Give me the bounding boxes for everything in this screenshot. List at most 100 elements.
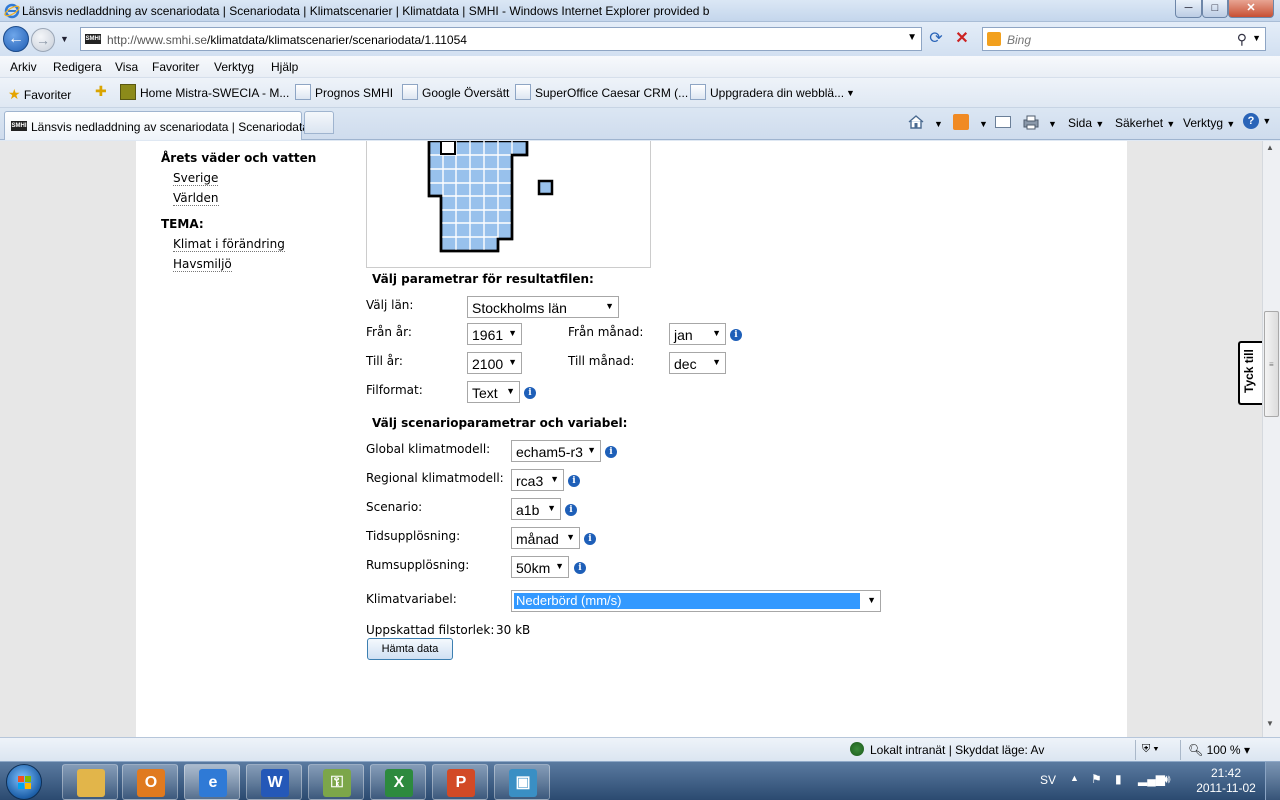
safety-menu[interactable]: Säkerhet ▼ (1115, 116, 1175, 130)
taskbar-word[interactable]: W (246, 764, 302, 800)
scrollbar-thumb[interactable]: ≡ (1264, 311, 1279, 417)
battery-icon[interactable]: ▮ (1115, 772, 1122, 786)
taskbar-powerpoint[interactable]: P (432, 764, 488, 800)
show-hidden-icons-icon[interactable]: ▲ (1070, 773, 1079, 783)
favorite-link-superoffice[interactable]: SuperOffice Caesar CRM (... (535, 86, 688, 100)
fetch-data-button[interactable]: Hämta data (367, 638, 453, 660)
feed-dropdown-icon[interactable]: ▼ (979, 119, 988, 129)
address-url[interactable]: http://www.smhi.se/klimatdata/klimatscen… (107, 33, 467, 47)
rss-feed-icon[interactable] (953, 114, 969, 130)
address-dropdown-icon[interactable]: ▼ (907, 32, 917, 43)
network-icon[interactable]: ▂▄▆ (1138, 772, 1165, 786)
from-year-select[interactable]: 1961 ▼ (467, 323, 522, 345)
taskbar-remote-desktop[interactable]: ▣ (494, 764, 550, 800)
menu-tools[interactable]: Verktyg (214, 60, 254, 74)
info-icon[interactable]: i (565, 504, 577, 516)
protected-mode-icon[interactable]: ⛨ ▾ (1142, 743, 1159, 756)
read-mail-icon[interactable] (995, 116, 1011, 128)
info-icon[interactable]: i (568, 475, 580, 487)
help-menu[interactable]: ? ▼ (1243, 113, 1271, 129)
address-bar[interactable]: SMHI http://www.smhi.se/klimatdata/klima… (80, 27, 922, 51)
climate-variable-select[interactable]: Nederbörd (mm/s) ▼ (511, 590, 881, 612)
nav-link-climate-change[interactable]: Klimat i förändring (173, 237, 285, 252)
stop-icon[interactable]: ✕ (952, 29, 972, 49)
file-format-select[interactable]: Text ▼ (467, 381, 520, 403)
favorite-link-google-translate[interactable]: Google Översätt (422, 86, 509, 100)
menu-favorites[interactable]: Favoriter (152, 60, 199, 74)
time-resolution-label: Tidsupplösning: (366, 529, 461, 543)
scenario-select[interactable]: a1b ▼ (511, 498, 561, 520)
taskbar-security-app[interactable]: ⚿ (308, 764, 364, 800)
favorites-overflow-dropdown-icon[interactable]: ▼ (846, 88, 855, 98)
taskbar-explorer[interactable] (62, 764, 118, 800)
language-indicator[interactable]: SV (1040, 773, 1056, 787)
scroll-down-icon[interactable]: ▼ (1266, 719, 1274, 728)
global-model-select[interactable]: echam5-r3 ▼ (511, 440, 601, 462)
page-menu[interactable]: Sida ▼ (1068, 116, 1104, 130)
file-format-label: Filformat: (366, 383, 423, 397)
chevron-down-icon: ▼ (555, 561, 564, 571)
taskbar-internet-explorer[interactable]: e (184, 764, 240, 800)
volume-icon[interactable]: 🔊︎ (1163, 772, 1171, 787)
print-icon[interactable] (1022, 114, 1040, 130)
zoom-level[interactable]: 🔍︎ 100 % ▾ (1188, 743, 1250, 757)
search-placeholder[interactable]: Bing (1007, 33, 1031, 47)
menu-help[interactable]: Hjälp (271, 60, 298, 74)
print-dropdown-icon[interactable]: ▼ (1048, 119, 1057, 129)
new-tab-button[interactable] (304, 111, 334, 134)
favorite-link-prognos[interactable]: Prognos SMHI (315, 86, 393, 100)
info-icon[interactable]: i (524, 387, 536, 399)
home-dropdown-icon[interactable]: ▼ (934, 119, 943, 129)
to-month-select[interactable]: dec ▼ (669, 352, 726, 374)
menu-file[interactable]: Arkiv (10, 60, 37, 74)
excel-icon: X (385, 769, 413, 797)
space-resolution-select[interactable]: 50km ▼ (511, 556, 569, 578)
back-button[interactable]: ← (3, 26, 29, 52)
nav-link-marine-environment[interactable]: Havsmiljö (173, 257, 232, 272)
menu-edit[interactable]: Redigera (53, 60, 102, 74)
to-year-select[interactable]: 2100 ▼ (467, 352, 522, 374)
tab-active[interactable]: SMHI Länsvis nedladdning av scenariodata… (4, 111, 319, 140)
show-desktop-button[interactable] (1265, 762, 1280, 800)
county-grid-map[interactable] (366, 141, 651, 268)
chevron-down-icon: ▼ (508, 357, 517, 367)
start-button[interactable] (6, 764, 42, 800)
info-icon[interactable]: i (574, 562, 586, 574)
minimize-button[interactable]: ─ (1175, 0, 1202, 18)
info-icon[interactable]: i (605, 446, 617, 458)
refresh-icon[interactable]: ⟳ (926, 29, 946, 49)
county-select[interactable]: Stockholms län ▼ (467, 296, 619, 318)
vertical-scrollbar[interactable]: ▲ ≡ ▼ (1262, 141, 1280, 737)
recent-pages-dropdown-icon[interactable]: ▼ (60, 34, 69, 44)
nav-link-varlden[interactable]: Världen (173, 191, 219, 206)
regional-model-select[interactable]: rca3 ▼ (511, 469, 564, 491)
time-resolution-select[interactable]: månad ▼ (511, 527, 580, 549)
chevron-down-icon: ▼ (508, 328, 517, 338)
global-model-label: Global klimatmodell: (366, 442, 491, 456)
title-bar: Länsvis nedladdning av scenariodata | Sc… (0, 0, 1280, 22)
action-center-flag-icon[interactable]: ⚑ (1091, 772, 1102, 786)
scroll-up-icon[interactable]: ▲ (1266, 143, 1274, 152)
outlook-icon: O (137, 769, 165, 797)
close-button[interactable]: ✕ (1228, 0, 1274, 18)
tools-menu[interactable]: Verktyg ▼ (1183, 116, 1235, 130)
home-icon[interactable] (907, 114, 925, 130)
add-favorite-icon[interactable]: ✚ (95, 83, 107, 100)
favorites-button[interactable]: ★ Favoriter (8, 86, 71, 103)
search-box[interactable]: Bing ⚲ ▼ (982, 27, 1266, 51)
clock[interactable]: 21:42 2011-11-02 (1196, 766, 1256, 796)
favorite-link-mistra[interactable]: Home Mistra-SWECIA - M... (140, 86, 289, 100)
feedback-tab[interactable]: Tyck till (1238, 341, 1262, 405)
from-month-select[interactable]: jan ▼ (669, 323, 726, 345)
menu-view[interactable]: Visa (115, 60, 138, 74)
taskbar-outlook[interactable]: O (122, 764, 178, 800)
forward-button[interactable]: → (31, 28, 55, 52)
taskbar-excel[interactable]: X (370, 764, 426, 800)
favorite-link-upgrade-browser[interactable]: Uppgradera din webblä... (710, 86, 844, 100)
info-icon[interactable]: i (730, 329, 742, 341)
maximize-button[interactable]: □ (1202, 0, 1228, 18)
nav-link-sverige[interactable]: Sverige (173, 171, 219, 186)
info-icon[interactable]: i (584, 533, 596, 545)
search-options-dropdown-icon[interactable]: ▼ (1252, 33, 1261, 43)
search-icon[interactable]: ⚲ (1237, 31, 1247, 48)
